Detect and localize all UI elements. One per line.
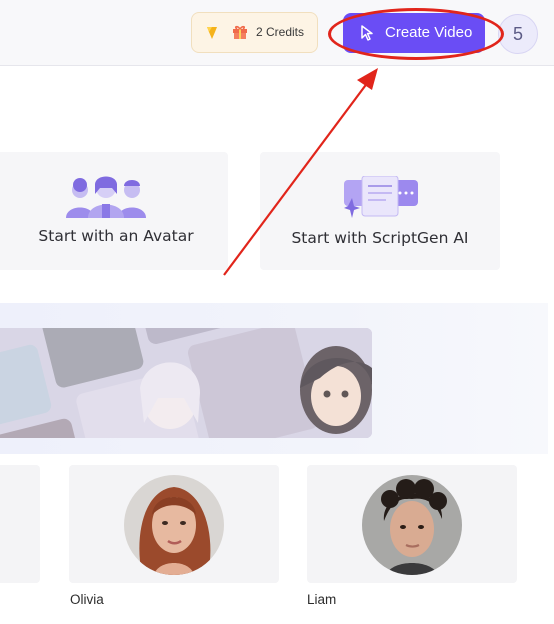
start-with-avatar-title: Start with an Avatar [38, 227, 194, 245]
gift-icon [232, 24, 248, 44]
credits-label: 2 Credits [256, 25, 305, 39]
olivia-portrait [124, 475, 224, 575]
top-bar: 2 Credits Create Video 5 [0, 0, 554, 66]
banner-collage-image [0, 328, 372, 438]
credits-pill[interactable]: 2 Credits [191, 12, 318, 53]
cursor-icon [359, 24, 377, 46]
avatar-card[interactable] [0, 465, 40, 583]
avatar-card-olivia[interactable] [69, 465, 279, 583]
start-with-avatar-card[interactable]: Start with an Avatar [0, 152, 228, 270]
avatar-name-liam: Liam [307, 592, 337, 607]
liam-portrait [362, 475, 462, 575]
scriptgen-icon [342, 175, 420, 224]
user-avatar-badge[interactable]: 5 [498, 14, 538, 54]
start-with-scriptgen-title: Start with ScriptGen AI [291, 229, 469, 247]
diamond-icon [206, 25, 218, 44]
avatar-group-icon [66, 174, 148, 222]
create-video-label: Create Video [385, 24, 473, 41]
avatar-name-olivia: Olivia [70, 592, 104, 607]
create-video-button[interactable]: Create Video [343, 13, 485, 53]
start-with-scriptgen-card[interactable]: Start with ScriptGen AI [260, 152, 500, 270]
avatar-card-liam[interactable] [307, 465, 517, 583]
avatar-banner[interactable] [0, 328, 372, 438]
